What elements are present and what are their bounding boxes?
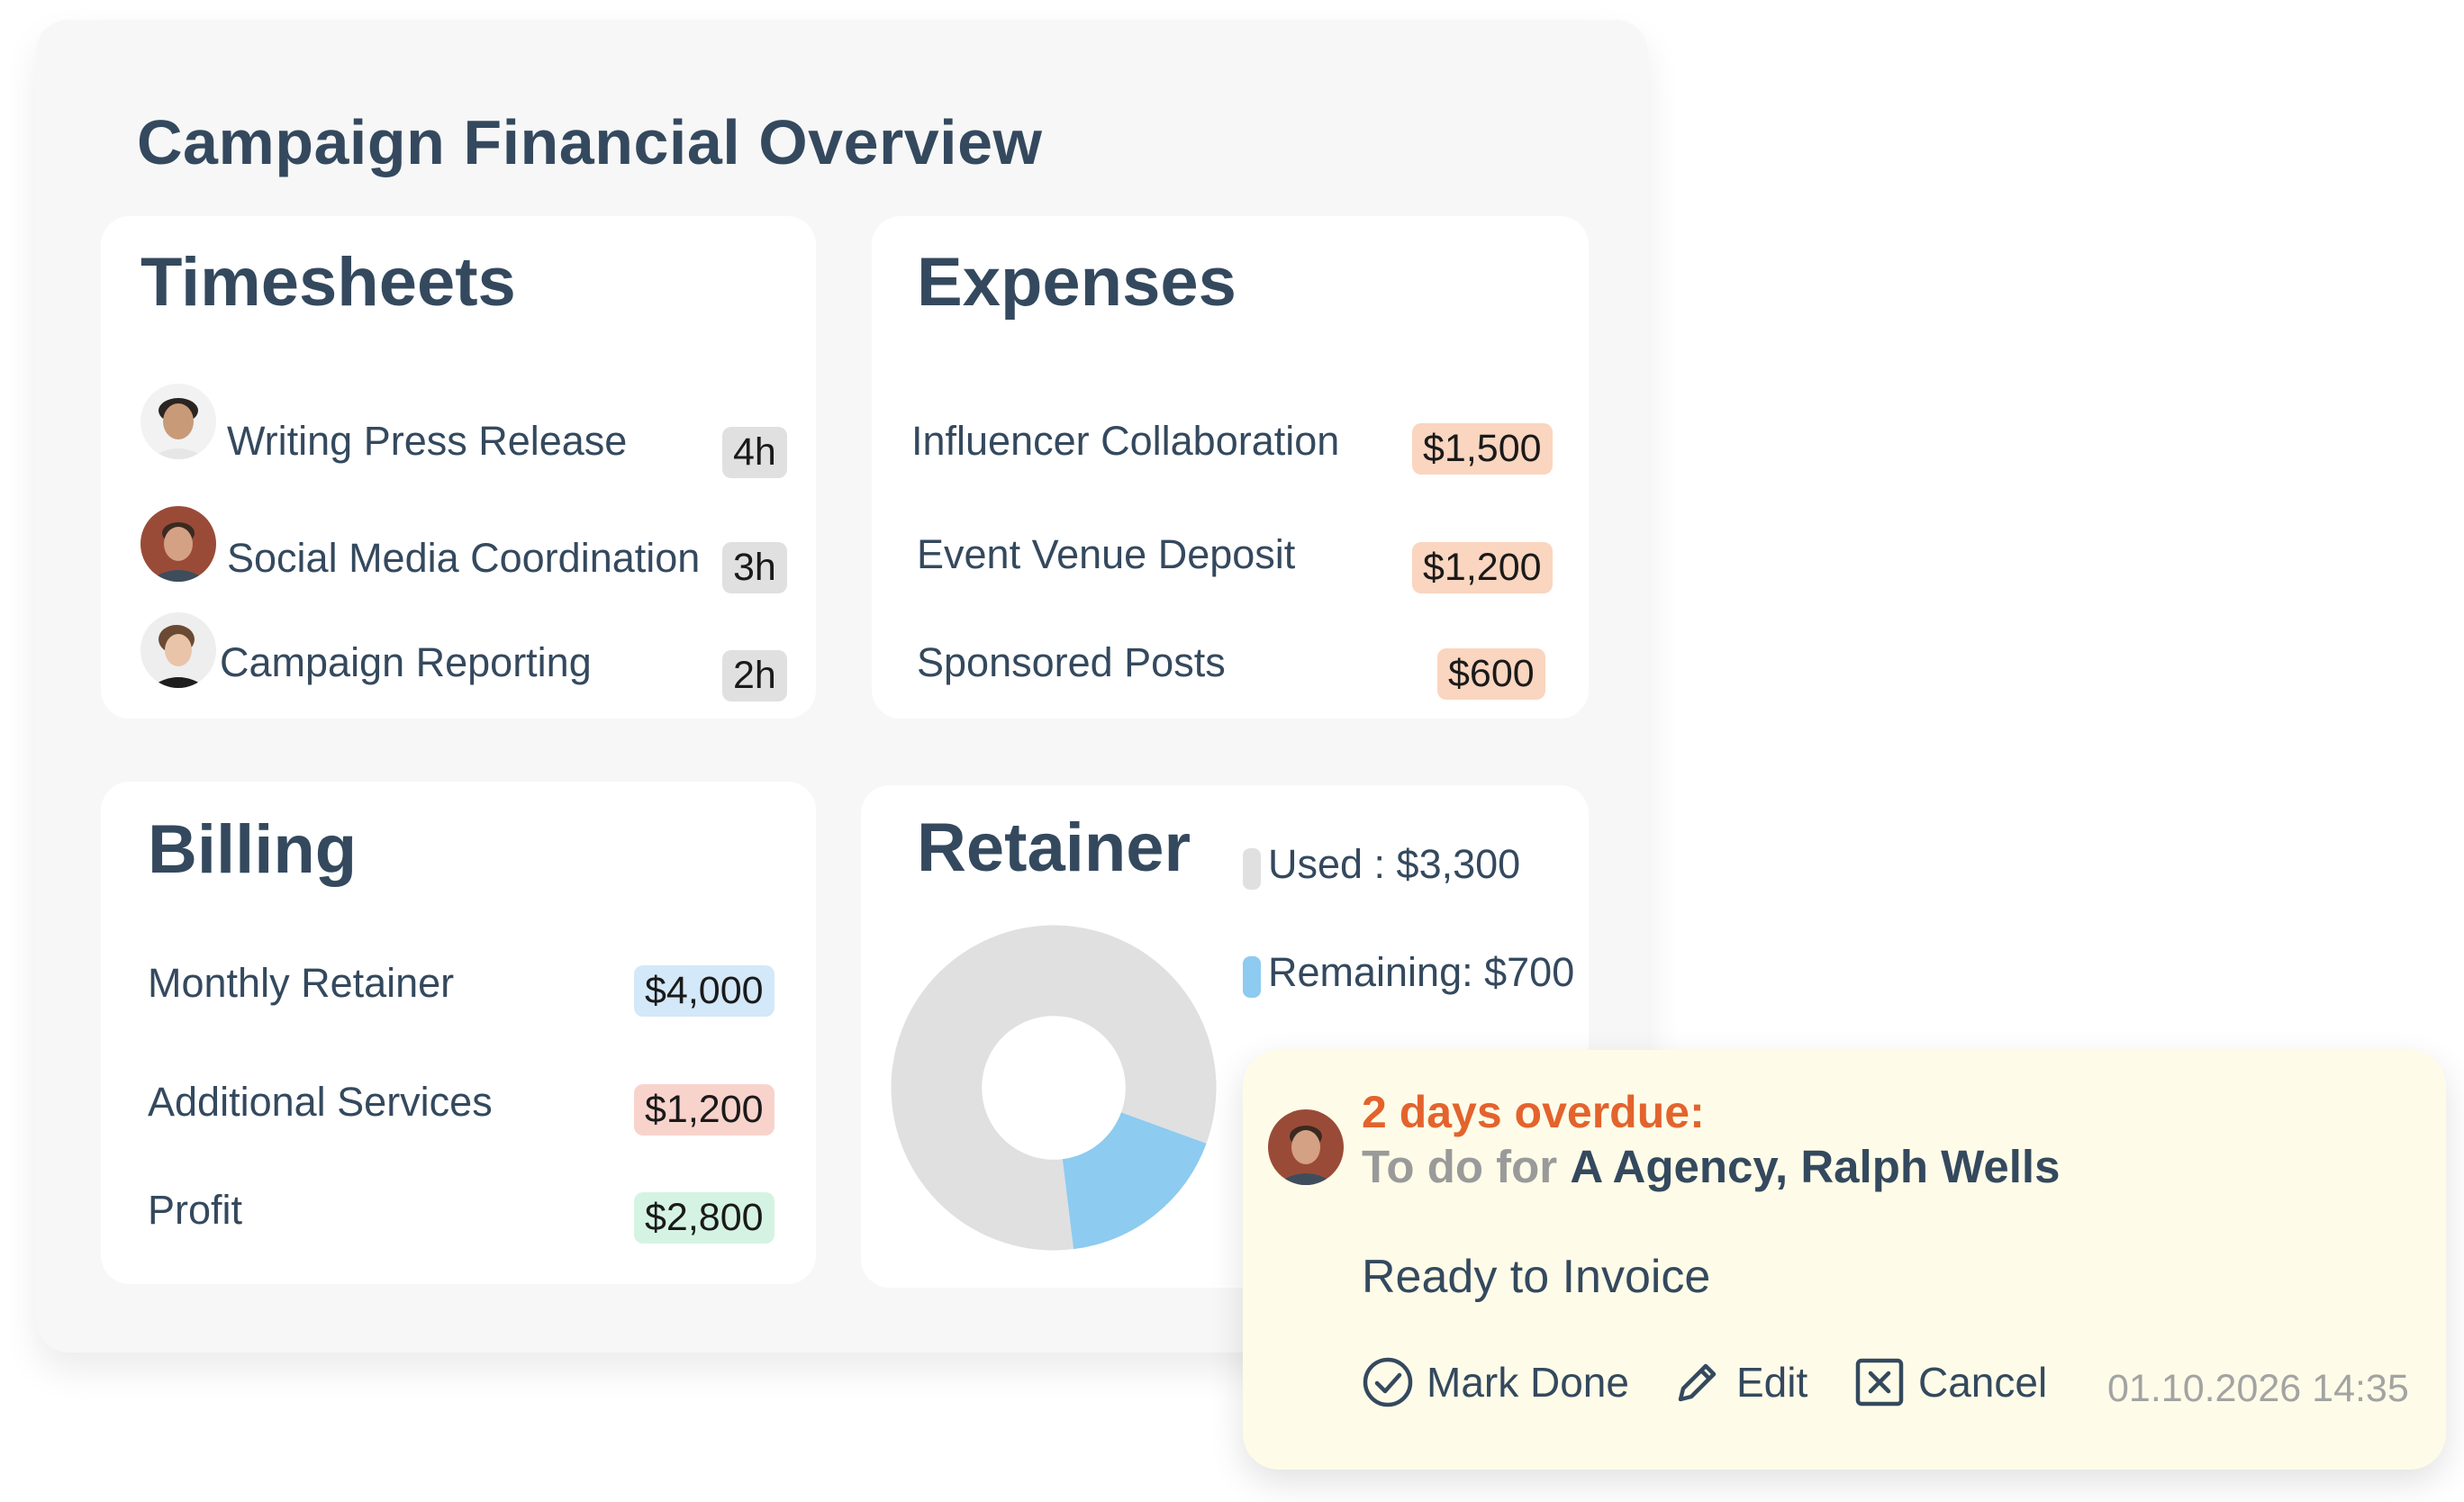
expense-label: Event Venue Deposit — [917, 531, 1296, 577]
mark-done-button[interactable]: Mark Done — [1362, 1356, 1629, 1408]
timesheets-card: Timesheets Writing Press Release 4h Soci… — [101, 216, 816, 719]
overdue-label: 2 days overdue: — [1362, 1087, 1705, 1137]
hours-badge: 4h — [722, 427, 787, 479]
todo-prefix: To do for — [1362, 1141, 1558, 1192]
hours-badge: 2h — [722, 650, 787, 702]
timesheet-label: Campaign Reporting — [220, 639, 592, 685]
todo-assignee: A Agency, Ralph Wells — [1570, 1141, 2061, 1192]
todo-task: Ready to Invoice — [1362, 1251, 1711, 1303]
close-box-icon — [1855, 1358, 1904, 1407]
billing-amount: $1,200 — [634, 1084, 775, 1136]
retainer-title: Retainer — [917, 810, 1191, 886]
avatar — [140, 384, 216, 459]
check-circle-icon — [1363, 1357, 1413, 1407]
used-legend-label: Used : $3,300 — [1268, 841, 1521, 887]
expense-amount: $1,500 — [1412, 423, 1553, 475]
todo-timestamp: 01.10.2026 14:35 — [2107, 1367, 2409, 1410]
avatar — [1268, 1109, 1344, 1185]
cancel-label: Cancel — [1918, 1359, 2048, 1406]
timesheet-label: Writing Press Release — [227, 418, 628, 464]
edit-button[interactable]: Edit — [1671, 1356, 1807, 1408]
hours-badge: 3h — [722, 542, 787, 594]
used-legend-swatch — [1243, 848, 1261, 890]
expense-label: Sponsored Posts — [917, 639, 1226, 685]
expense-amount: $1,200 — [1412, 542, 1553, 594]
todo-assignment: To do for A Agency, Ralph Wells — [1362, 1140, 2060, 1193]
expenses-title: Expenses — [917, 244, 1237, 321]
page-title: Campaign Financial Overview — [137, 107, 1043, 177]
billing-card: Billing Monthly Retainer $4,000 Addition… — [101, 782, 816, 1284]
edit-label: Edit — [1736, 1359, 1808, 1406]
billing-label: Additional Services — [148, 1079, 493, 1125]
remaining-legend-swatch — [1243, 956, 1261, 998]
todo-card: 2 days overdue: To do for A Agency, Ralp… — [1243, 1050, 2446, 1470]
billing-amount: $4,000 — [634, 965, 775, 1018]
billing-amount: $2,800 — [634, 1192, 775, 1244]
expenses-card: Expenses Influencer Collaboration $1,500… — [872, 216, 1589, 719]
mark-done-label: Mark Done — [1427, 1359, 1629, 1406]
avatar — [140, 506, 216, 582]
expense-amount: $600 — [1437, 648, 1545, 701]
timesheet-label: Social Media Coordination — [227, 535, 701, 581]
pencil-icon — [1678, 1363, 1717, 1402]
billing-label: Profit — [148, 1187, 243, 1233]
billing-label: Monthly Retainer — [148, 960, 455, 1006]
retainer-donut-chart — [891, 925, 1217, 1251]
expense-label: Influencer Collaboration — [911, 418, 1340, 464]
remaining-legend-label: Remaining: $700 — [1268, 949, 1575, 995]
timesheets-title: Timesheets — [140, 244, 516, 321]
cancel-button[interactable]: Cancel — [1853, 1356, 2047, 1408]
billing-title: Billing — [148, 811, 358, 888]
avatar — [140, 612, 216, 688]
